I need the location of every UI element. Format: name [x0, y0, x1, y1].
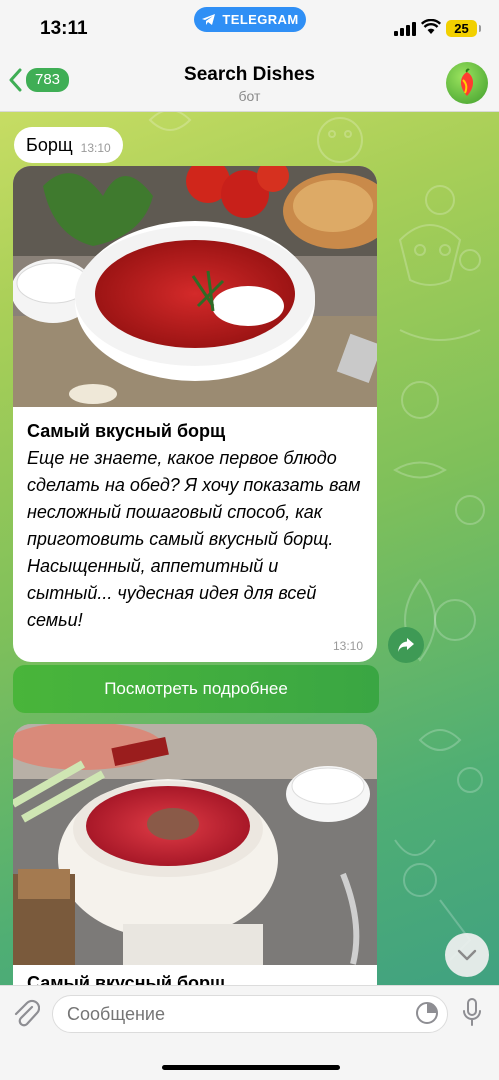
home-indicator: [162, 1065, 340, 1070]
telegram-pill[interactable]: TELEGRAM: [194, 7, 306, 32]
message-text: Борщ: [26, 134, 73, 155]
borscht-photo: [13, 724, 377, 965]
microphone-icon[interactable]: [462, 998, 482, 1028]
chevron-down-icon: [457, 949, 477, 961]
battery-level: 25: [454, 21, 469, 36]
status-time: 13:11: [40, 18, 88, 39]
borscht-photo: [13, 166, 377, 407]
details-button-label: Посмотреть подробнее: [104, 679, 288, 698]
recipe-photo[interactable]: [13, 724, 377, 965]
recipe-title: Самый вкусный борщ: [27, 421, 226, 441]
status-bar: 13:11 TELEGRAM 25: [0, 0, 499, 54]
forward-arrow-icon: [398, 638, 414, 652]
recipe-card[interactable]: Самый вкусный борщ Еще не знаете, какое …: [13, 166, 377, 662]
chat-title[interactable]: Search Dishes: [0, 64, 499, 86]
share-button[interactable]: [388, 627, 424, 663]
details-button[interactable]: Посмотреть подробнее: [13, 665, 379, 713]
telegram-pill-label: TELEGRAM: [222, 12, 299, 27]
scroll-down-button[interactable]: [445, 933, 489, 977]
sticker-icon[interactable]: [415, 1001, 439, 1025]
attach-paperclip-icon[interactable]: [12, 998, 40, 1028]
bot-avatar[interactable]: [446, 62, 488, 104]
signal-icon: [394, 22, 416, 36]
battery-icon: 25: [446, 20, 481, 37]
chat-header: 783 Search Dishes бот: [0, 54, 499, 112]
chat-subtitle: бот: [238, 88, 261, 104]
telegram-icon: [202, 14, 216, 25]
wifi-icon: [421, 19, 441, 34]
message-input[interactable]: [52, 995, 448, 1033]
recipe-description: Еще не знаете, какое первое блюдо сделат…: [27, 448, 361, 630]
message-time: 13:10: [332, 639, 363, 653]
pepper-logo-icon: [460, 68, 474, 96]
outgoing-message[interactable]: Борщ 13:10: [14, 127, 123, 163]
recipe-photo[interactable]: [13, 166, 377, 407]
message-time: 13:10: [80, 140, 111, 155]
